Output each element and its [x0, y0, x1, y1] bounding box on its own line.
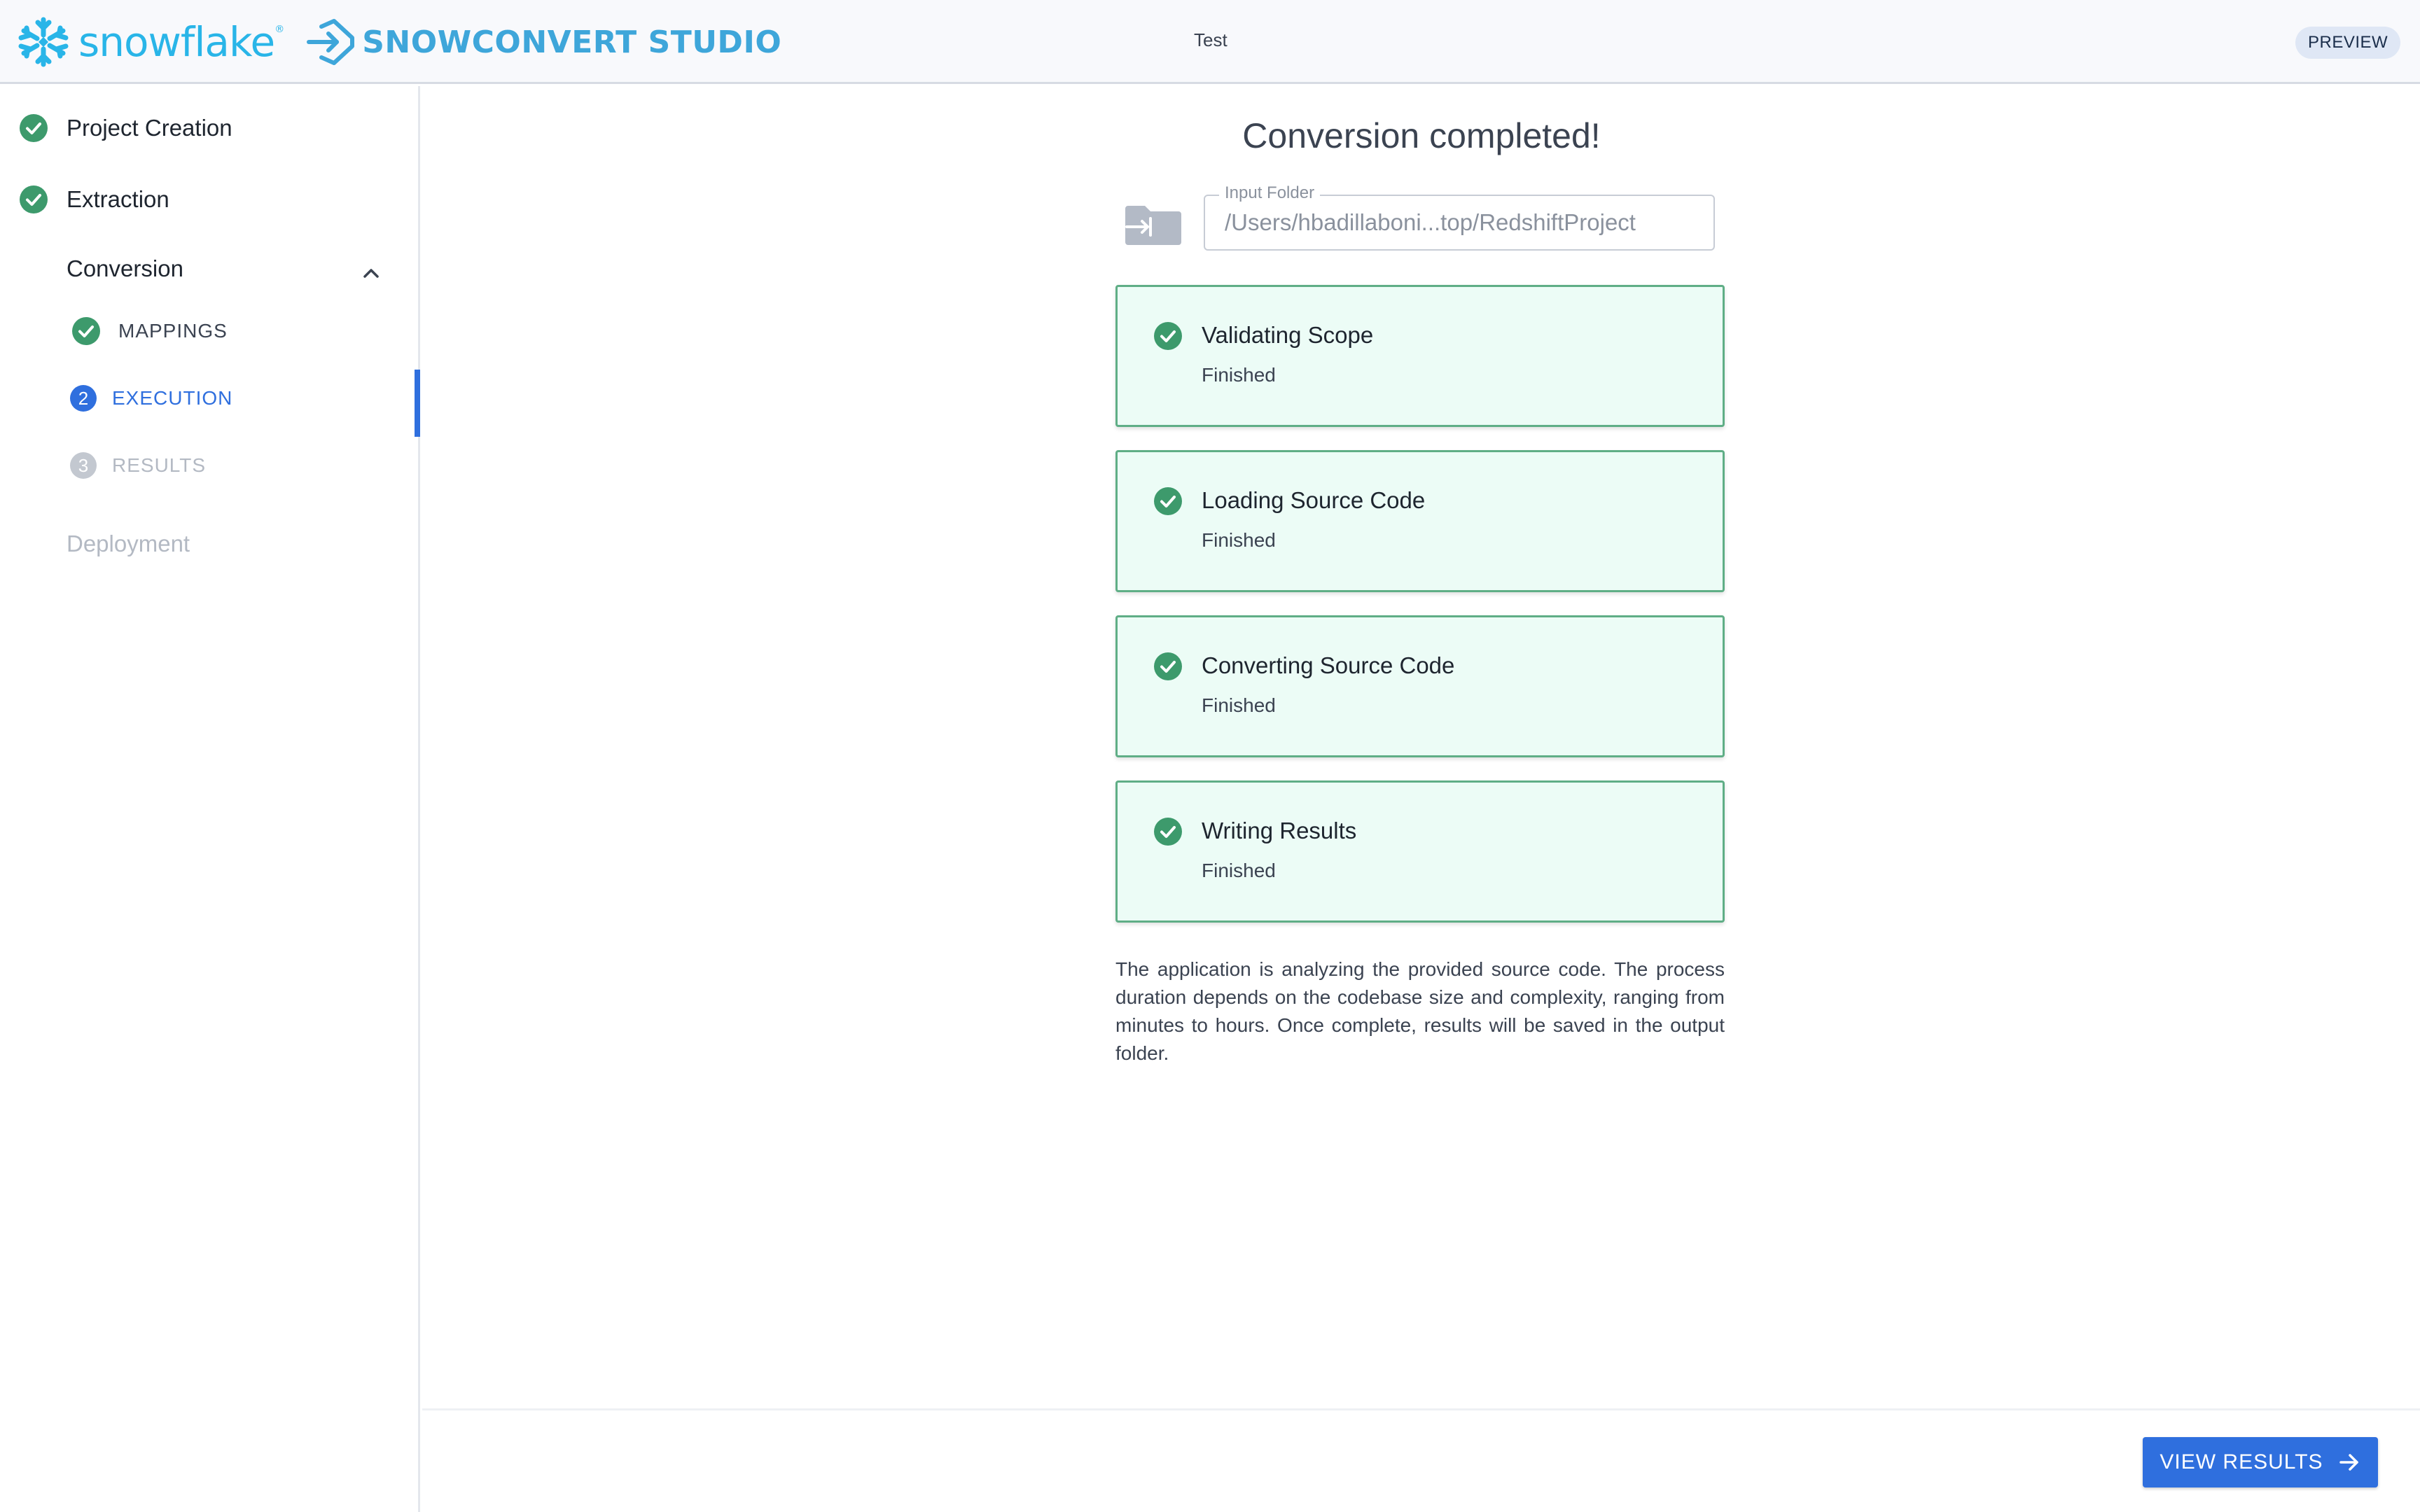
step-card-writing-results: Writing Results Finished — [1115, 780, 1725, 923]
step-card-loading-source-code: Loading Source Code Finished — [1115, 450, 1725, 592]
product-name: SNOWCONVERT STUDIO — [362, 24, 782, 60]
input-folder-field[interactable]: Input Folder /Users/hbadillaboni...top/R… — [1204, 183, 1715, 251]
step-status: Finished — [1202, 364, 1276, 386]
step-title: Converting Source Code — [1202, 652, 1455, 678]
step-status: Finished — [1202, 529, 1276, 551]
view-results-button[interactable]: VIEW RESULTS — [2143, 1437, 2378, 1488]
step-number-badge: 3 — [70, 452, 97, 479]
check-circle-icon — [1154, 652, 1182, 680]
step-title: Validating Scope — [1202, 322, 1374, 348]
check-circle-icon — [1154, 818, 1182, 846]
sidebar-step-extraction[interactable]: Extraction — [20, 186, 169, 214]
check-circle-icon — [20, 114, 48, 142]
app-header: snowflake® SNOWCONVERT STUDIO Test PREVI… — [0, 0, 2420, 84]
snowflake-wordmark: snowflake® — [78, 18, 284, 66]
step-status: Finished — [1202, 694, 1276, 716]
step-card-converting-source-code: Converting Source Code Finished — [1115, 615, 1725, 757]
check-circle-icon — [72, 317, 100, 345]
process-description: The application is analyzing the provide… — [1115, 958, 1725, 1064]
sidebar-substep-results: 3 RESULTS — [70, 452, 206, 479]
page-title: Conversion completed! — [1242, 116, 1601, 155]
sidebar-step-conversion[interactable]: Conversion — [67, 255, 183, 282]
step-status: Finished — [1202, 860, 1276, 881]
input-folder-value: /Users/hbadillaboni...top/RedshiftProjec… — [1225, 209, 1636, 235]
input-folder-icon — [1125, 206, 1181, 245]
check-circle-icon — [1154, 322, 1182, 350]
sidebar-substep-label: RESULTS — [112, 454, 207, 476]
sidebar-step-label: Conversion — [67, 255, 183, 281]
app-window: snowflake® SNOWCONVERT STUDIO Test PREVI… — [0, 0, 2420, 1512]
check-circle-icon — [20, 186, 48, 214]
snowflake-logo-icon — [18, 17, 69, 67]
sidebar-step-deployment: Deployment — [67, 531, 190, 557]
brand: snowflake® SNOWCONVERT STUDIO — [15, 13, 781, 71]
sidebar-step-label: Deployment — [67, 531, 190, 556]
chevron-up-icon[interactable] — [361, 262, 382, 284]
sidebar-substep-execution[interactable]: 2 EXECUTION — [70, 385, 232, 412]
footer-divider — [422, 1408, 2420, 1410]
step-number-badge: 2 — [70, 385, 97, 412]
sidebar-substep-label: EXECUTION — [112, 387, 233, 409]
sidebar-step-label: Extraction — [67, 186, 169, 212]
arrow-right-icon — [2339, 1454, 2358, 1471]
step-card-validating-scope: Validating Scope Finished — [1115, 285, 1725, 427]
check-circle-icon — [1154, 487, 1182, 515]
step-title: Loading Source Code — [1202, 487, 1426, 513]
sidebar-step-label: Project Creation — [67, 115, 232, 141]
sidebar-substep-label: MAPPINGS — [118, 320, 228, 342]
view-results-label: VIEW RESULTS — [2160, 1450, 2323, 1474]
snowconvert-logo-icon — [307, 19, 355, 65]
sidebar-step-project-creation[interactable]: Project Creation — [20, 114, 232, 142]
sidebar-substep-mappings[interactable]: MAPPINGS — [72, 317, 228, 345]
stepper-sidebar: Project Creation Extraction Conversion M… — [0, 86, 420, 1512]
preview-badge: PREVIEW — [2295, 27, 2401, 59]
step-title: Writing Results — [1202, 818, 1357, 844]
active-step-indicator — [415, 370, 420, 437]
project-name: Test — [1194, 29, 1228, 50]
